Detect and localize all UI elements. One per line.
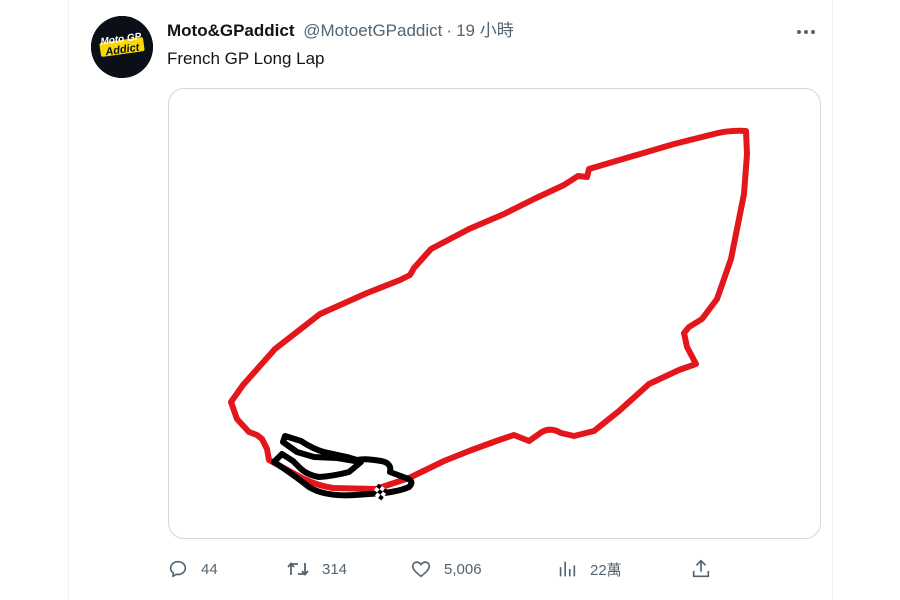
timeline-border-right [832, 0, 833, 600]
tweet-media-image[interactable] [168, 88, 821, 539]
more-options-icon[interactable] [794, 22, 818, 42]
like-button[interactable]: 5,006 [410, 558, 482, 580]
heart-icon [411, 561, 431, 578]
user-handle[interactable]: @MotoetGPaddict [303, 21, 442, 40]
tweet-actions: 44 314 5,006 22萬 [167, 556, 727, 582]
reply-button[interactable]: 44 [167, 558, 218, 580]
moto-gp-addict-logo: Moto GP Addict [91, 16, 153, 78]
retweet-count: 314 [322, 560, 348, 578]
retweet-button[interactable]: 314 [286, 558, 347, 580]
tweet-text: French GP Long Lap [167, 49, 325, 68]
circuit-outline [228, 127, 750, 492]
share-button[interactable] [690, 558, 712, 580]
reply-count: 44 [201, 560, 218, 578]
timestamp[interactable]: 19 小時 [456, 21, 514, 40]
views-icon [559, 561, 576, 577]
views-count: 22萬 [590, 561, 622, 579]
share-icon [692, 559, 710, 578]
separator-dot: · [446, 21, 453, 40]
tweet-card[interactable]: Moto GP Addict Moto&GPaddict @MotoetGPad… [69, 0, 832, 600]
like-count: 5,006 [444, 560, 482, 578]
avatar[interactable]: Moto GP Addict [91, 16, 153, 78]
retweet-icon [287, 562, 309, 576]
reply-icon [169, 560, 187, 578]
views-button[interactable]: 22萬 [556, 558, 622, 580]
track-map-image [228, 127, 750, 501]
tweet-header: Moto&GPaddict @MotoetGPaddict · 19 小時 [167, 20, 832, 42]
display-name[interactable]: Moto&GPaddict [167, 21, 295, 40]
